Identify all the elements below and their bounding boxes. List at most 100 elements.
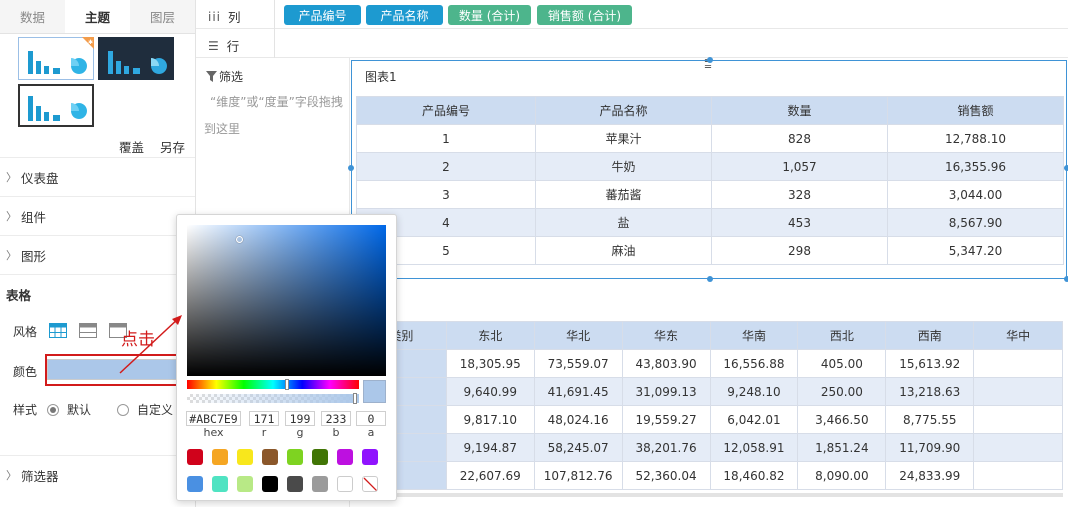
save-as-button[interactable]: 另存 (160, 140, 185, 155)
columns-shelf[interactable]: iii 列 产品编号 产品名称 数量 (合计) 销售额 (合计) (196, 0, 1068, 29)
table-cell: 52,360.04 (621, 461, 711, 490)
bar-divider (274, 29, 275, 58)
color-swatch-option[interactable] (187, 449, 203, 465)
resize-handle-bottom-right[interactable] (1064, 276, 1068, 282)
annotation-text: 点击 (121, 330, 155, 350)
color-swatch-option[interactable] (362, 449, 378, 465)
column-header[interactable]: 产品编号 (356, 96, 536, 125)
column-header[interactable]: 销售额 (887, 96, 1064, 125)
section-label: 图形 (21, 248, 47, 264)
resize-handle-top[interactable] (707, 57, 713, 63)
chart1-table: 产品编号 产品名称 数量 销售额 1 苹果汁 828 12,788.10 2 牛奶 1,0… (356, 96, 1064, 265)
column-header[interactable]: 西北 (797, 321, 887, 350)
resize-handle-right[interactable] (1064, 165, 1068, 171)
radio-custom[interactable]: 自定义 (117, 401, 173, 418)
hue-slider[interactable] (187, 380, 359, 389)
field-pill-product-name[interactable]: 产品名称 (366, 5, 443, 25)
color-swatch-option[interactable] (287, 449, 303, 465)
color-swatch-option[interactable] (312, 449, 328, 465)
theme-thumbnail-light[interactable]: ✱ (18, 37, 94, 80)
no-color-swatch[interactable] (362, 476, 378, 492)
radio-default[interactable]: 默认 (47, 401, 91, 418)
resize-handle-left[interactable] (348, 165, 354, 171)
tab-theme[interactable]: 主题 (65, 0, 130, 33)
tab-layers[interactable]: 图层 (130, 0, 195, 33)
color-swatch-option[interactable] (337, 449, 353, 465)
table-row: 品22,607.69107,812.7652,360.0418,460.828,… (356, 461, 1063, 490)
alpha-label: a (367, 426, 375, 439)
section-graphic[interactable]: 〉 图形 (0, 235, 195, 274)
color-swatch-option[interactable] (337, 476, 353, 492)
chart2-container[interactable]: 类别 东北 华北 华东 华南 西北 西南 华中 18,305.95 73,559.… (356, 321, 1063, 493)
field-pill-product-id[interactable]: 产品编号 (284, 5, 361, 25)
alpha-slider[interactable] (187, 394, 359, 403)
color-label: 颜色 (13, 365, 38, 379)
table-cell: 1,057 (711, 152, 888, 181)
table-style-stripe-icon[interactable] (79, 323, 97, 338)
column-header[interactable]: 数量 (711, 96, 888, 125)
saturation-area[interactable] (187, 225, 386, 376)
horizontal-scrollbar[interactable] (356, 493, 1063, 497)
section-component[interactable]: 〉 组件 (0, 196, 195, 235)
color-swatch-option[interactable] (237, 476, 253, 492)
section-label: 表格 (6, 287, 32, 303)
blue-input[interactable]: 233 (321, 411, 351, 426)
columns-title: iii 列 (208, 7, 241, 26)
theme-thumbnail-outline[interactable] (18, 84, 94, 127)
table-cell: 31,099.13 (621, 377, 711, 406)
rows-shelf[interactable]: ☰ 行 (196, 29, 1068, 58)
table-cell: 3,466.50 (797, 405, 887, 434)
tab-data[interactable]: 数据 (0, 0, 65, 33)
overwrite-button[interactable]: 覆盖 (119, 140, 144, 155)
saturation-cursor[interactable] (236, 236, 243, 243)
red-input[interactable]: 171 (249, 411, 279, 426)
hue-slider-thumb[interactable] (285, 379, 289, 390)
color-swatch-option[interactable] (212, 476, 228, 492)
table-style-grid-icon[interactable] (49, 323, 67, 338)
column-header[interactable]: 华北 (533, 321, 623, 350)
color-swatch-option[interactable] (212, 449, 228, 465)
resize-handle-bottom[interactable] (707, 276, 713, 282)
color-swatch-option[interactable] (287, 476, 303, 492)
color-swatch-option[interactable] (237, 449, 253, 465)
table-cell: 12,788.10 (887, 124, 1064, 153)
green-input[interactable]: 199 (285, 411, 315, 426)
list-icon: ☰ (208, 38, 220, 53)
radio-checked-icon (47, 403, 59, 416)
column-header[interactable]: 华南 (709, 321, 799, 350)
color-preview (363, 380, 386, 403)
table-row: 5 麻油 298 5,347.20 (356, 236, 1064, 265)
radio-unchecked-icon (117, 403, 129, 416)
table-cell: 43,803.90 (621, 349, 711, 378)
field-pill-quantity-sum[interactable]: 数量 (合计) (448, 5, 531, 25)
field-pill-sales-sum[interactable]: 销售额 (合计) (537, 5, 632, 25)
alpha-slider-thumb[interactable] (353, 393, 357, 404)
column-header[interactable]: 东北 (445, 321, 535, 350)
color-swatch-option[interactable] (312, 476, 328, 492)
table-cell: 3 (356, 180, 536, 209)
table-row: 2 牛奶 1,057 16,355.96 (356, 152, 1064, 181)
color-swatch-option[interactable] (262, 449, 278, 465)
column-header[interactable]: 产品名称 (535, 96, 712, 125)
column-header[interactable]: 西南 (885, 321, 975, 350)
column-header[interactable]: 华东 (621, 321, 711, 350)
chevron-right-icon: 〉 (6, 469, 17, 482)
table-cell: 48,024.16 (533, 405, 623, 434)
section-filter[interactable]: 〉 筛选器 (0, 455, 195, 494)
section-dashboard[interactable]: 〉 仪表盘 (0, 157, 195, 196)
column-header[interactable]: 华中 (973, 321, 1063, 350)
table-cell: 250.00 (797, 377, 887, 406)
rows-label: 行 (226, 39, 240, 54)
theme-thumbnail-dark[interactable] (98, 37, 174, 80)
columns-icon: iii (208, 9, 222, 24)
table-row: 4 盐 453 8,567.90 (356, 208, 1064, 237)
table-cell: 18,460.82 (709, 461, 799, 490)
color-swatch-option[interactable] (262, 476, 278, 492)
chart2-table: 类别 东北 华北 华东 华南 西北 西南 华中 18,305.95 73,559.… (356, 321, 1063, 490)
bar-divider (274, 0, 275, 29)
color-swatch-option[interactable] (187, 476, 203, 492)
alpha-input[interactable]: 0 (356, 411, 386, 426)
table-cell: 18,305.95 (445, 349, 535, 378)
hex-input[interactable]: #ABC7E9 (186, 411, 241, 426)
table-cell: 3,044.00 (887, 180, 1064, 209)
